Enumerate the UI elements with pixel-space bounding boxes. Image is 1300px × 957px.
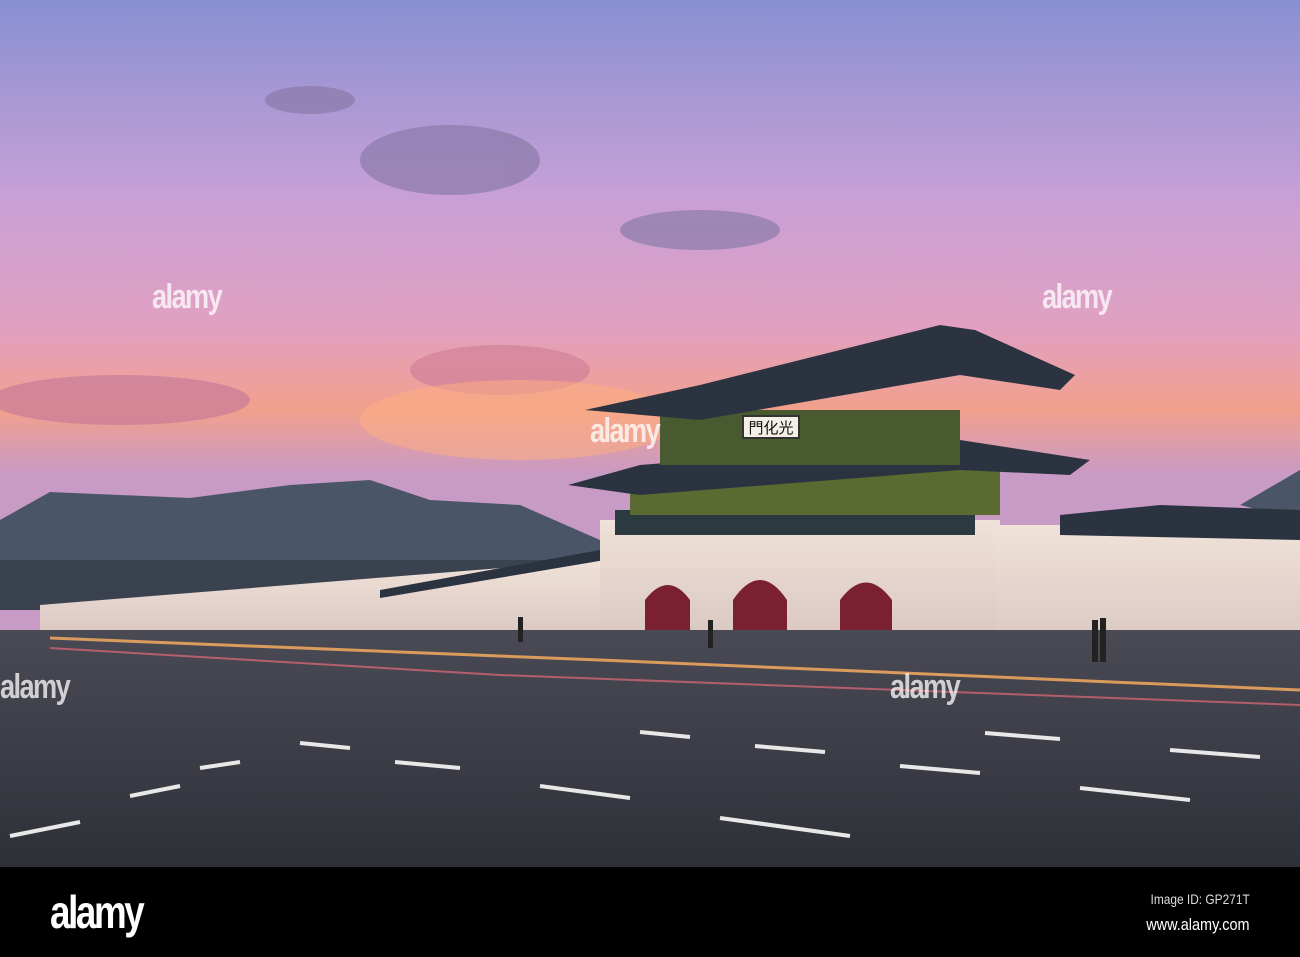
road [0,630,1300,867]
watermark: alamy [890,668,961,706]
image-id: Image ID: GP271T [1150,891,1250,907]
watermark: alamy [590,412,661,450]
watermark: alamy [0,668,71,706]
watermark: alamy [152,278,223,316]
stock-photo-page: 門化光 alamy alamy alamy alamy alamy alamy … [0,0,1300,957]
alamy-logo[interactable]: alamy [50,885,145,939]
watermark: alamy [1042,278,1113,316]
signboard-text: 門化光 [748,419,793,437]
site-url[interactable]: www.alamy.com [1147,915,1250,935]
footer-bar: alamy Image ID: GP271T www.alamy.com [0,867,1300,957]
